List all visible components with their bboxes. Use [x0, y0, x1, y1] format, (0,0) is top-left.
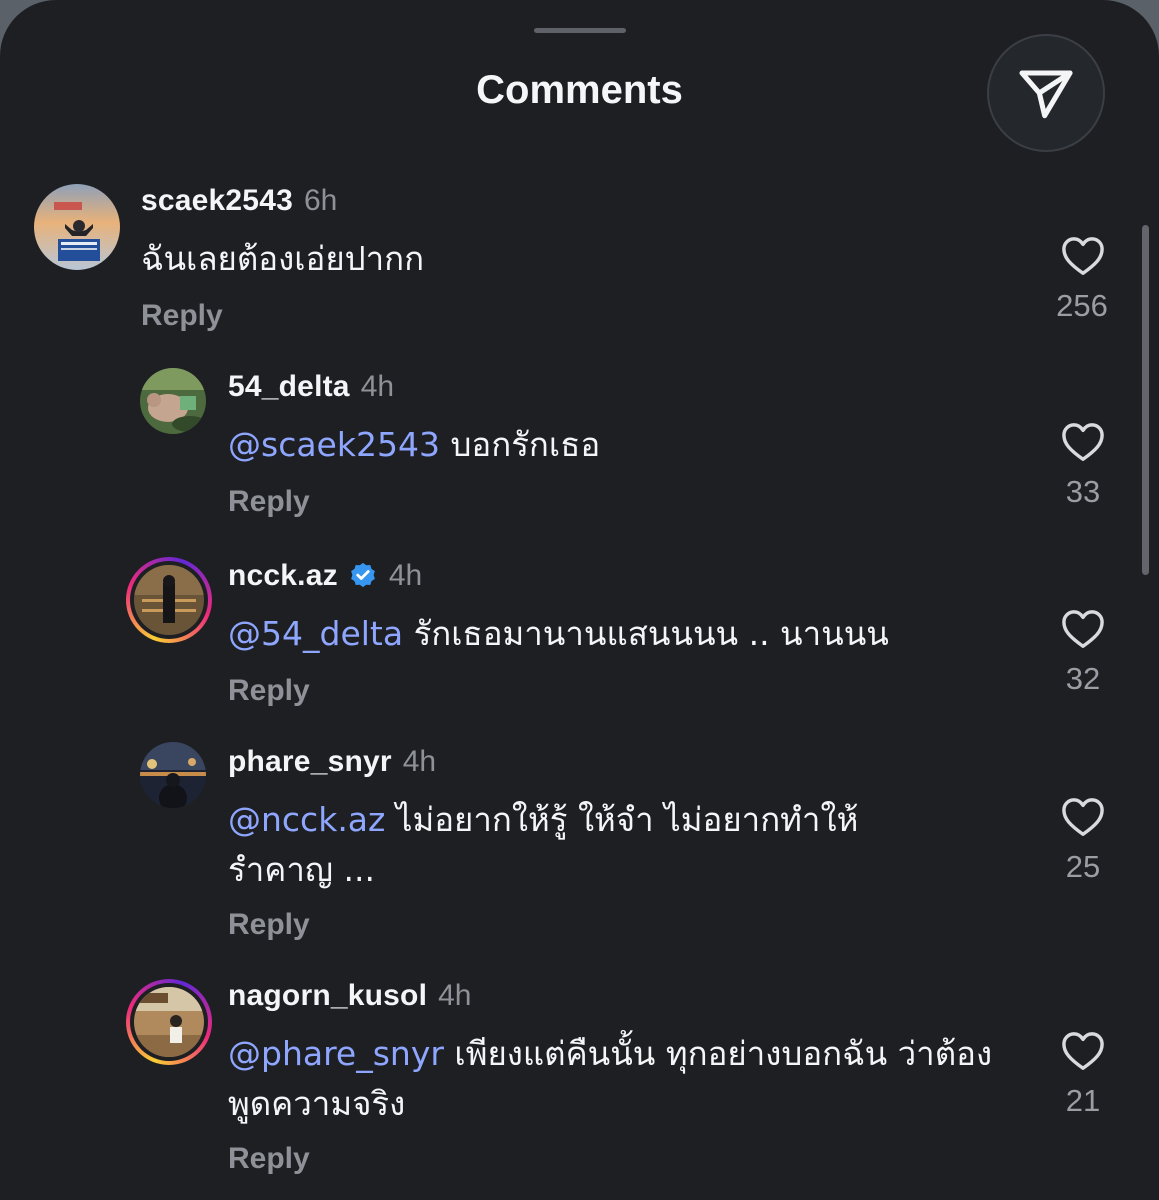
heart-icon[interactable]	[1061, 1031, 1105, 1071]
like-group: 33	[1048, 422, 1118, 510]
username[interactable]: scaek2543	[141, 184, 293, 218]
heart-icon[interactable]	[1061, 236, 1105, 276]
reply-button[interactable]: Reply	[228, 1142, 310, 1176]
username[interactable]: phare_snyr	[228, 745, 392, 779]
comment-body: ฉันเลยต้องเอ่ยปากก	[141, 239, 425, 278]
comment-body: บอกรักเธอ	[439, 425, 601, 464]
comment-text: @scaek2543 บอกรักเธอ	[228, 420, 1008, 470]
timestamp: 4h	[438, 979, 472, 1012]
reply-button[interactable]: Reply	[228, 674, 310, 708]
comment-text: @phare_snyr เพียงแต่คืนนั้น ทุกอย่างบอกฉ…	[228, 1029, 1008, 1129]
like-count: 33	[1065, 474, 1101, 509]
avatar-story-ring[interactable]	[126, 979, 212, 1065]
avatar-story-ring[interactable]	[126, 557, 212, 643]
comment-meta: nagorn_kusol 4h	[228, 979, 471, 1013]
mention-link[interactable]: @phare_snyr	[228, 1034, 444, 1073]
heart-icon[interactable]	[1061, 797, 1105, 837]
comment-text: ฉันเลยต้องเอ่ยปากก	[141, 234, 1001, 284]
avatar	[134, 987, 204, 1057]
timestamp: 6h	[303, 184, 338, 217]
avatar[interactable]	[140, 368, 206, 434]
comment-text: @ncck.az ไม่อยากให้รู้ ให้จำ ไม่อยากทำให…	[228, 795, 928, 895]
mention-link[interactable]: @ncck.az	[228, 800, 385, 839]
like-group: 21	[1048, 1031, 1118, 1119]
comment-text: @54_delta รักเธอมานานแสนนนน .. นานนน	[228, 609, 1018, 659]
heart-icon[interactable]	[1061, 422, 1105, 462]
reply-button[interactable]: Reply	[228, 485, 310, 519]
comment-body: รักเธอมานานแสนนนน .. นานนน	[403, 614, 889, 653]
username[interactable]: 54_delta	[228, 370, 350, 404]
comment-meta: phare_snyr 4h	[228, 745, 436, 779]
sheet-title: Comments	[476, 68, 683, 112]
like-group: 256	[1048, 236, 1118, 324]
share-button[interactable]	[987, 34, 1105, 152]
avatar[interactable]	[140, 742, 206, 808]
heart-icon[interactable]	[1061, 609, 1105, 649]
like-count: 256	[1056, 288, 1108, 323]
mention-link[interactable]: @scaek2543	[228, 425, 440, 464]
timestamp: 4h	[360, 370, 395, 403]
avatar[interactable]	[34, 184, 120, 270]
timestamp: 4h	[402, 745, 437, 778]
verified-badge-icon	[348, 561, 378, 591]
like-group: 25	[1048, 797, 1118, 885]
like-count: 25	[1065, 849, 1101, 884]
comment-meta: scaek2543 6h	[141, 184, 337, 218]
mention-link[interactable]: @54_delta	[228, 614, 403, 653]
username[interactable]: ncck.az	[228, 559, 338, 593]
like-count: 32	[1065, 661, 1101, 696]
comments-sheet: Comments scaek2543 6h ฉันเลยต้องเอ่ยปากก…	[0, 0, 1159, 1200]
reply-button[interactable]: Reply	[228, 908, 310, 942]
comment-meta: ncck.az 4h	[228, 559, 422, 593]
username[interactable]: nagorn_kusol	[228, 979, 427, 1013]
sheet-grabber[interactable]	[534, 28, 626, 33]
avatar	[134, 565, 204, 635]
reply-button[interactable]: Reply	[141, 299, 223, 333]
like-group: 32	[1048, 609, 1118, 697]
paper-plane-icon	[1019, 70, 1073, 119]
comment-meta: 54_delta 4h	[228, 370, 394, 404]
scrollbar[interactable]	[1142, 225, 1149, 575]
timestamp: 4h	[388, 559, 423, 592]
like-count: 21	[1065, 1083, 1101, 1118]
